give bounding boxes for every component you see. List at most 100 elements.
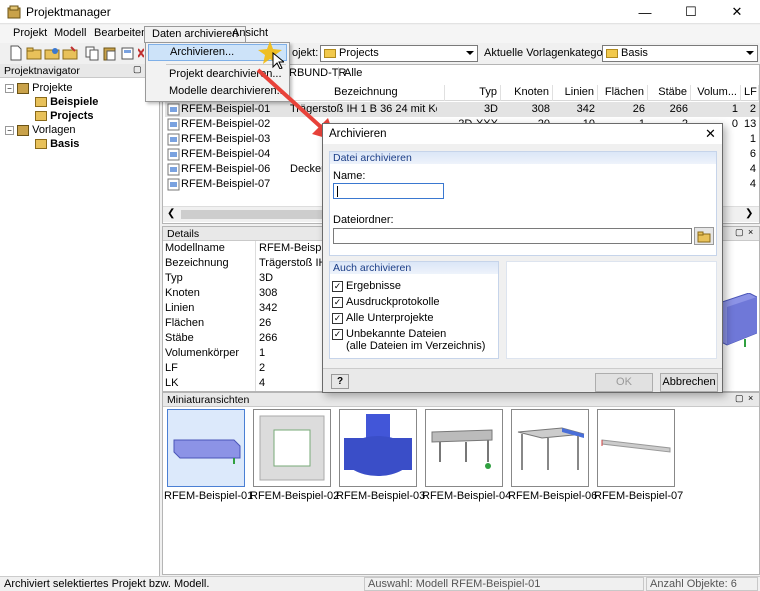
model-file-icon (167, 133, 180, 146)
close-window-button[interactable]: ✕ (714, 0, 760, 24)
maximize-button[interactable]: ☐ (668, 0, 714, 24)
dialog-title: Archivieren (329, 128, 387, 140)
label-ausdruckprotokolle: Ausdruckprotokolle (346, 296, 440, 308)
folder-label: Dateiordner: (333, 214, 394, 226)
minimize-button[interactable]: — (622, 0, 668, 24)
template-combo-value: Basis (621, 47, 648, 59)
pin-icon[interactable]: ▢ (735, 393, 744, 404)
checkbox-ausdruckprotokolle[interactable]: ✓ (332, 297, 343, 308)
close-panel-icon[interactable]: × (748, 393, 753, 403)
name-input[interactable] (333, 183, 444, 199)
col-linien[interactable]: Linien (553, 85, 598, 101)
pin-icon[interactable]: ▢ (133, 64, 142, 75)
model-file-icon (167, 148, 180, 161)
pin-icon[interactable]: ▢ (735, 227, 744, 238)
group-auch-archivieren: Auch archivieren (329, 261, 499, 274)
col-staebe[interactable]: Stäbe (648, 85, 691, 101)
thumbnail-model-03[interactable] (339, 409, 417, 487)
details-value: 342 (259, 302, 278, 314)
thumbnail-label: RFEM-Beispiel-07 (594, 490, 684, 502)
collapse-icon[interactable]: − (5, 125, 14, 135)
cancel-button[interactable]: Abbrechen (660, 373, 718, 392)
model-preview-image (719, 293, 757, 349)
row-lf: 6 (749, 148, 756, 160)
tree-item-beispiele[interactable]: Beispiele (35, 96, 98, 108)
thumbnail-model-04[interactable] (425, 409, 503, 487)
text-caret (337, 186, 338, 197)
model-file-icon (167, 103, 180, 116)
thumbnail-model-07[interactable] (597, 409, 675, 487)
scroll-left-icon[interactable]: ❮ (167, 208, 175, 219)
ok-button[interactable]: OK (595, 373, 653, 392)
copy-icon[interactable] (84, 45, 100, 61)
details-label: Modellname (165, 242, 225, 254)
dialog-titlebar: Archivieren ✕ (323, 124, 722, 144)
folder-icon (606, 49, 618, 58)
status-message: Archiviert selektiertes Projekt bzw. Mod… (4, 578, 210, 590)
tree-item-vorlagen[interactable]: − Vorlagen (5, 124, 76, 136)
thumbnails-title: Miniaturansichten ▢ × (163, 393, 759, 407)
chevron-down-icon (746, 51, 754, 55)
label-unbekannte-dateien-sub: (alle Dateien im Verzeichnis) (346, 340, 486, 352)
row-staebe: 266 (669, 103, 688, 115)
col-volumen[interactable]: Volum... (691, 85, 741, 101)
collapse-icon[interactable]: − (5, 83, 14, 93)
details-value: 26 (259, 317, 272, 329)
thumbnail-label: RFEM-Beispiel-06 (508, 490, 598, 502)
details-label: Stäbe (165, 332, 194, 344)
details-label: Linien (165, 302, 195, 314)
checkbox-unbekannte-dateien[interactable]: ✓ (332, 329, 343, 340)
tree-item-basis[interactable]: Basis (35, 138, 79, 150)
label-unterprojekte: Alle Unterprojekte (346, 312, 434, 324)
model-copy-icon[interactable] (120, 45, 136, 61)
thumbnail-model-02[interactable] (253, 409, 331, 487)
folder-edit-icon[interactable] (62, 45, 78, 61)
tab-alle[interactable]: Alle (338, 67, 362, 79)
thumbnail-label: RFEM-Beispiel-02 (250, 490, 340, 502)
label-unbekannte-dateien: Unbekannte Dateien (346, 328, 447, 340)
browse-folder-button[interactable] (694, 227, 714, 245)
navigator-title: Projektnavigator ▢ × (0, 64, 159, 78)
thumbnail-label: RFEM-Beispiel-01 (164, 490, 254, 502)
thumbnail-label: RFEM-Beispiel-03 (336, 490, 426, 502)
help-icon[interactable]: ? (331, 374, 349, 389)
scroll-right-icon[interactable]: ❯ (745, 208, 753, 219)
new-file-icon[interactable] (8, 45, 24, 61)
model-file-icon (167, 118, 180, 131)
checkbox-ergebnisse[interactable]: ✓ (332, 281, 343, 292)
status-count: Anzahl Objekte: 6 (646, 577, 758, 591)
paste-icon[interactable] (102, 45, 118, 61)
open-folder-icon[interactable] (26, 45, 42, 61)
row-model-name[interactable]: RFEM-Beispiel-06 (181, 162, 281, 177)
project-folder-icon (17, 82, 30, 94)
col-flaechen[interactable]: Flächen (598, 85, 648, 101)
delete-icon[interactable] (138, 45, 144, 61)
folder-input[interactable] (333, 228, 692, 244)
row-model-name[interactable]: RFEM-Beispiel-07 (181, 177, 281, 192)
template-combo[interactable]: Basis (602, 45, 758, 62)
tree-item-projekte[interactable]: − Projekte (5, 82, 72, 94)
title-bar: Projektmanager — ☐ ✕ (0, 0, 760, 24)
project-label: ojekt: (292, 47, 319, 59)
row-model-name[interactable]: RFEM-Beispiel-04 (181, 147, 281, 162)
col-bezeichnung[interactable]: Bezeichnung (331, 85, 445, 101)
row-lf: 1 (749, 133, 756, 145)
group-datei-archivieren: Datei archivieren (329, 151, 717, 164)
thumbnail-model-01[interactable] (167, 409, 245, 487)
dialog-close-icon[interactable]: ✕ (705, 126, 716, 142)
details-label: Flächen (165, 317, 205, 329)
details-label: Knoten (165, 287, 200, 299)
col-lf[interactable]: LF (741, 85, 759, 101)
project-folder-icon[interactable] (44, 45, 60, 61)
project-combo[interactable]: Projects (320, 45, 478, 62)
checkbox-unterprojekte[interactable]: ✓ (332, 313, 343, 324)
row-knoten: 308 (531, 103, 550, 115)
thumbnail-label: RFEM-Beispiel-04 (422, 490, 512, 502)
col-typ[interactable]: Typ (445, 85, 501, 101)
model-file-icon (167, 178, 180, 191)
thumbnail-model-06[interactable] (511, 409, 589, 487)
menu-ansicht[interactable]: Ansicht (225, 26, 275, 42)
col-knoten[interactable]: Knoten (501, 85, 553, 101)
tree-item-projects[interactable]: Projects (35, 110, 93, 122)
close-panel-icon[interactable]: × (748, 227, 753, 237)
